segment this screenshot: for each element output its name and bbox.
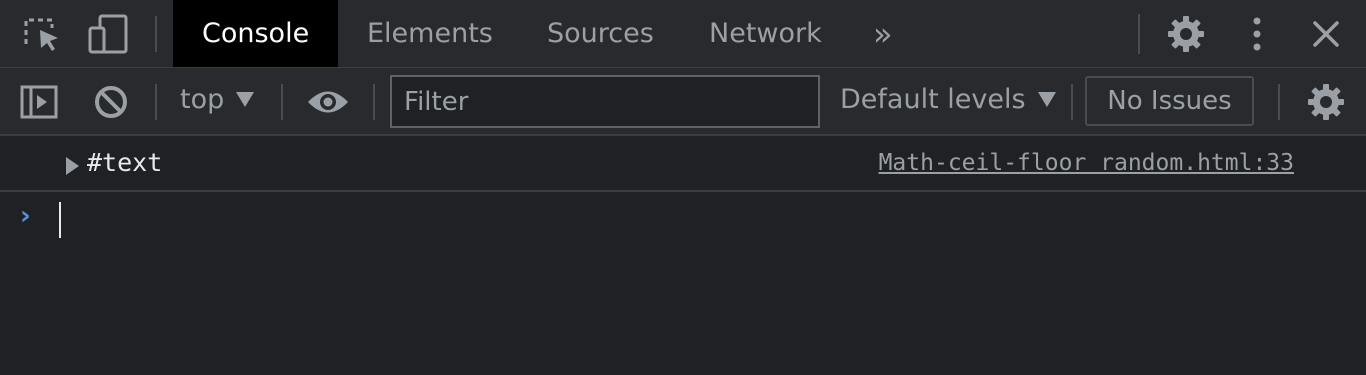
gear-icon[interactable] [1164,12,1208,56]
clear-console-icon[interactable] [90,82,132,122]
issues-button[interactable]: No Issues [1085,76,1254,126]
context-selector-label: top [180,84,225,115]
toolbar-divider [155,84,157,120]
toolbar-divider [155,16,157,52]
more-tabs-button[interactable]: » [873,0,893,67]
chevron-down-icon [236,92,255,107]
toolbar-divider [373,84,375,120]
source-link[interactable]: Math-ceil-floor random.html:33 [879,150,1294,176]
console-message-text[interactable]: #text [87,148,162,177]
console-output: #text Math-ceil-floor random.html:33 › [0,136,1366,375]
toolbar-divider [1071,84,1073,120]
chevron-down-icon [1037,92,1056,107]
prompt-chevron-icon: › [20,201,31,231]
inspect-element-icon[interactable] [20,14,64,54]
tab-sources[interactable]: Sources [547,0,654,67]
toolbar-divider [1138,14,1140,54]
tab-network[interactable]: Network [709,0,822,67]
toolbar-divider [281,84,283,120]
console-prompt[interactable]: › [0,194,1366,244]
context-selector[interactable]: top [180,84,255,115]
console-toolbar: top Default levels No Issues [0,68,1366,136]
console-settings-gear-icon[interactable] [1304,82,1348,122]
tab-elements[interactable]: Elements [367,0,493,67]
close-icon[interactable] [1306,14,1346,54]
issues-label: No Issues [1107,86,1232,116]
devtools-tab-bar: Console Elements Sources Network » [0,0,1366,68]
kebab-menu-icon[interactable] [1240,12,1274,56]
tab-console[interactable]: Console [173,0,339,67]
tab-elements-label: Elements [367,18,493,49]
tab-console-label: Console [202,18,310,49]
show-sidebar-icon[interactable] [18,82,60,122]
device-toolbar-icon[interactable] [86,12,130,56]
expand-triangle-icon[interactable] [66,157,79,175]
text-cursor [59,202,61,238]
tab-network-label: Network [709,18,822,49]
eye-icon[interactable] [304,82,352,122]
console-message-row[interactable]: #text Math-ceil-floor random.html:33 [0,136,1366,192]
log-levels-label: Default levels [840,84,1026,115]
filter-input[interactable] [390,75,820,128]
log-levels-dropdown[interactable]: Default levels [840,84,1056,115]
more-tabs-label: » [873,14,893,53]
tab-sources-label: Sources [547,18,654,49]
toolbar-divider [1278,84,1280,120]
